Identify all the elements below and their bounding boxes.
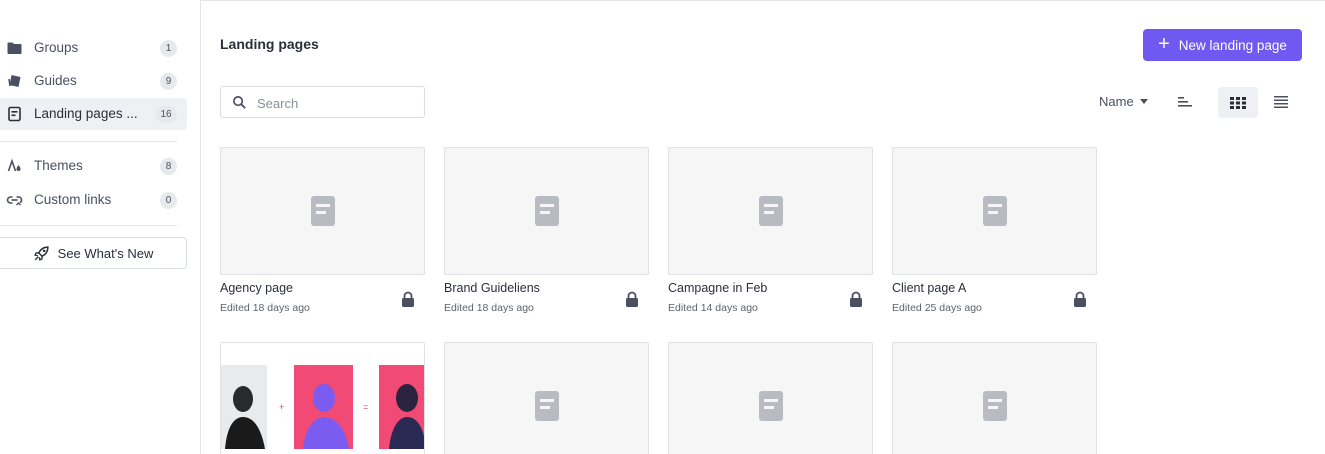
card-thumbnail[interactable] — [668, 147, 873, 275]
new-landing-page-label: New landing page — [1178, 37, 1287, 53]
sidebar-item-label: Landing pages ... — [34, 106, 138, 121]
card-edited-date: Edited 25 days ago — [892, 302, 982, 314]
landing-page-card[interactable] — [668, 342, 873, 454]
landing-page-placeholder-icon — [982, 196, 1007, 226]
image-collage-thumbnail: + = — [221, 365, 424, 449]
sidebar-item-guides[interactable]: Guides 9 — [0, 65, 187, 97]
count-badge: 9 — [160, 73, 177, 90]
card-edited-date: Edited 14 days ago — [668, 302, 758, 314]
svg-text:=: = — [363, 402, 368, 412]
card-thumbnail[interactable] — [444, 147, 649, 275]
sidebar-item-groups[interactable]: Groups 1 — [0, 32, 187, 64]
landing-page-card[interactable]: Campagne in Feb Edited 14 days ago — [668, 147, 873, 314]
see-whats-new-label: See What's New — [57, 245, 154, 261]
new-landing-page-button[interactable]: + New landing page — [1143, 29, 1302, 61]
landing-page-card[interactable] — [892, 342, 1097, 454]
see-whats-new-button[interactable]: See What's New — [0, 237, 187, 269]
card-title: Brand Guideliens — [444, 281, 540, 295]
sidebar-item-themes[interactable]: Themes 8 — [0, 150, 187, 182]
card-thumbnail[interactable] — [668, 342, 873, 454]
sidebar-item-landing-pages[interactable]: Landing pages ... 16 — [0, 98, 187, 130]
card-thumbnail[interactable] — [892, 147, 1097, 275]
card-thumbnail[interactable]: + = — [220, 342, 425, 454]
card-thumbnail[interactable] — [444, 342, 649, 454]
svg-text:+: + — [279, 402, 284, 412]
card-title: Agency page — [220, 281, 293, 295]
rocket-icon — [33, 245, 50, 262]
search-field — [220, 86, 425, 118]
count-badge: 8 — [160, 158, 177, 175]
lock-icon — [850, 291, 862, 307]
sidebar-item-label: Themes — [34, 158, 83, 173]
list-view-button[interactable] — [1270, 92, 1292, 112]
grid-view-button[interactable] — [1218, 87, 1258, 118]
landing-page-placeholder-icon — [982, 391, 1007, 421]
search-input[interactable] — [257, 93, 417, 113]
sidebar-item-custom-links[interactable]: Custom links 0 — [0, 184, 187, 216]
folder-icon — [6, 40, 23, 56]
lock-icon — [626, 291, 638, 307]
page-title: Landing pages — [220, 36, 319, 52]
sort-direction-button[interactable] — [1173, 92, 1197, 112]
count-badge: 16 — [155, 106, 177, 123]
sort-label: Name — [1099, 94, 1134, 109]
landing-page-card[interactable]: + = — [220, 342, 425, 454]
landing-page-placeholder-icon — [534, 391, 559, 421]
landing-page-icon — [6, 106, 23, 122]
count-badge: 1 — [160, 40, 177, 57]
sidebar-divider — [0, 225, 177, 226]
lock-icon — [1074, 291, 1086, 307]
landing-page-placeholder-icon — [534, 196, 559, 226]
search-icon — [233, 96, 246, 109]
count-badge: 0 — [160, 192, 177, 209]
chevron-down-icon — [1139, 99, 1148, 104]
card-title: Campagne in Feb — [668, 281, 768, 295]
landing-page-placeholder-icon — [758, 391, 783, 421]
card-title: Client page A — [892, 281, 967, 295]
sort-dropdown[interactable]: Name — [1099, 94, 1148, 109]
sidebar: Groups 1 Guides 9 Landing pages ... 16 T… — [0, 0, 201, 454]
list-icon — [1274, 96, 1288, 108]
card-edited-date: Edited 18 days ago — [444, 302, 534, 314]
themes-icon — [6, 158, 23, 174]
sidebar-item-label: Guides — [34, 73, 77, 88]
sidebar-item-label: Groups — [34, 40, 79, 55]
landing-page-card[interactable]: Agency page Edited 18 days ago — [220, 147, 425, 314]
card-thumbnail[interactable] — [220, 147, 425, 275]
landing-page-card[interactable]: Client page A Edited 25 days ago — [892, 147, 1097, 314]
sidebar-divider — [0, 141, 177, 142]
card-edited-date: Edited 18 days ago — [220, 302, 310, 314]
landing-page-placeholder-icon — [310, 196, 335, 226]
grid-icon — [1230, 96, 1246, 109]
card-thumbnail[interactable] — [892, 342, 1097, 454]
sidebar-item-label: Custom links — [34, 192, 112, 207]
landing-page-placeholder-icon — [758, 196, 783, 226]
guides-icon — [6, 73, 23, 89]
lock-icon — [402, 291, 414, 307]
sort-ascending-icon — [1178, 97, 1192, 107]
landing-page-card[interactable]: Brand Guideliens Edited 18 days ago — [444, 147, 649, 314]
plus-icon: + — [1158, 33, 1170, 55]
landing-page-card[interactable] — [444, 342, 649, 454]
custom-link-icon — [6, 192, 23, 208]
